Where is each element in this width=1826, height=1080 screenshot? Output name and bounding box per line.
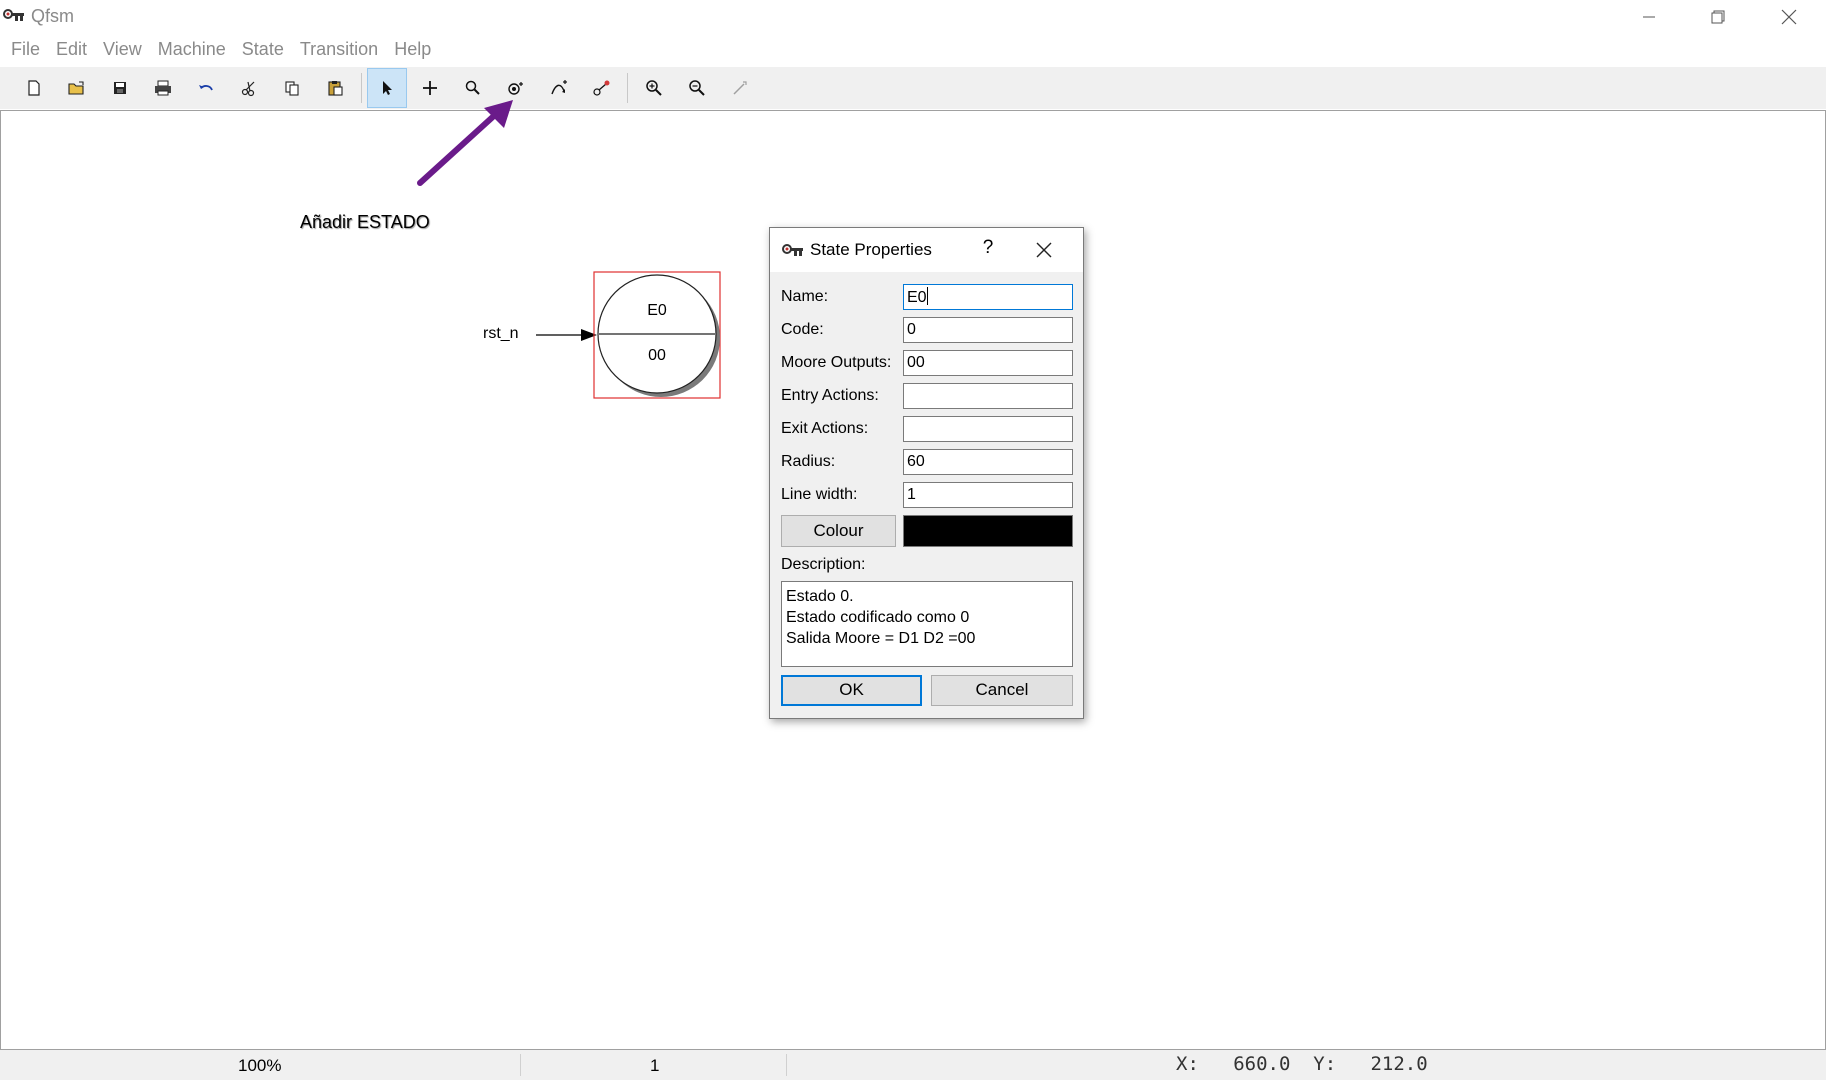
close-icon bbox=[1036, 242, 1052, 258]
status-bar: 100% 1 X: 660.0 Y: 212.0 bbox=[0, 1050, 1826, 1080]
description-line: Estado 0. bbox=[786, 588, 854, 605]
cancel-button[interactable]: Cancel bbox=[931, 675, 1073, 706]
status-separator bbox=[786, 1054, 787, 1076]
name-value: E0 bbox=[907, 289, 927, 306]
description-textarea[interactable]: Estado 0. Estado codificado como 0 Salid… bbox=[781, 581, 1073, 667]
text-caret bbox=[926, 287, 928, 305]
status-page: 1 bbox=[650, 1056, 660, 1075]
colour-button[interactable]: Colour bbox=[781, 515, 896, 547]
entry-actions-label: Entry Actions: bbox=[781, 387, 879, 404]
name-label: Name: bbox=[781, 288, 829, 305]
ok-button[interactable]: OK bbox=[781, 675, 922, 706]
dialog-close-button[interactable] bbox=[1032, 238, 1056, 262]
status-zoom: 100% bbox=[238, 1056, 282, 1075]
state-e0[interactable] bbox=[597, 274, 717, 394]
code-input[interactable]: 0 bbox=[903, 317, 1073, 343]
name-input[interactable]: E0 bbox=[903, 284, 1073, 310]
description-label: Description: bbox=[781, 556, 866, 573]
qfsm-key-icon bbox=[782, 244, 803, 256]
moore-outputs-input[interactable]: 00 bbox=[903, 350, 1073, 376]
moore-outputs-label: Moore Outputs: bbox=[781, 354, 892, 371]
annotation-arrow bbox=[417, 100, 513, 186]
exit-actions-input[interactable] bbox=[903, 416, 1073, 442]
code-label: Code: bbox=[781, 321, 824, 338]
line-width-label: Line width: bbox=[781, 486, 858, 503]
reset-transition-label: rst_n bbox=[483, 325, 519, 342]
state-output-label: 00 bbox=[648, 347, 666, 364]
status-coordinates: X: 660.0 Y: 212.0 bbox=[1176, 1053, 1428, 1075]
line-width-input[interactable]: 1 bbox=[903, 482, 1073, 508]
status-separator bbox=[520, 1054, 521, 1076]
annotation-text: Añadir ESTADO bbox=[300, 212, 430, 232]
reset-transition-arrow bbox=[536, 329, 597, 341]
state-name-label: E0 bbox=[647, 302, 667, 319]
exit-actions-label: Exit Actions: bbox=[781, 420, 869, 437]
dialog-title-bar: State Properties ? bbox=[770, 228, 1083, 272]
help-button[interactable]: ? bbox=[975, 237, 1001, 259]
entry-actions-input[interactable] bbox=[903, 383, 1073, 409]
radius-input[interactable]: 60 bbox=[903, 449, 1073, 475]
description-line: Salida Moore = D1 D2 =00 bbox=[786, 630, 976, 647]
colour-swatch[interactable] bbox=[903, 515, 1073, 547]
state-properties-dialog: State Properties ? Name: E0 Code: 0 Moor… bbox=[769, 227, 1084, 719]
description-line: Estado codificado como 0 bbox=[786, 609, 970, 626]
dialog-title: State Properties bbox=[810, 240, 932, 259]
radius-label: Radius: bbox=[781, 453, 836, 470]
